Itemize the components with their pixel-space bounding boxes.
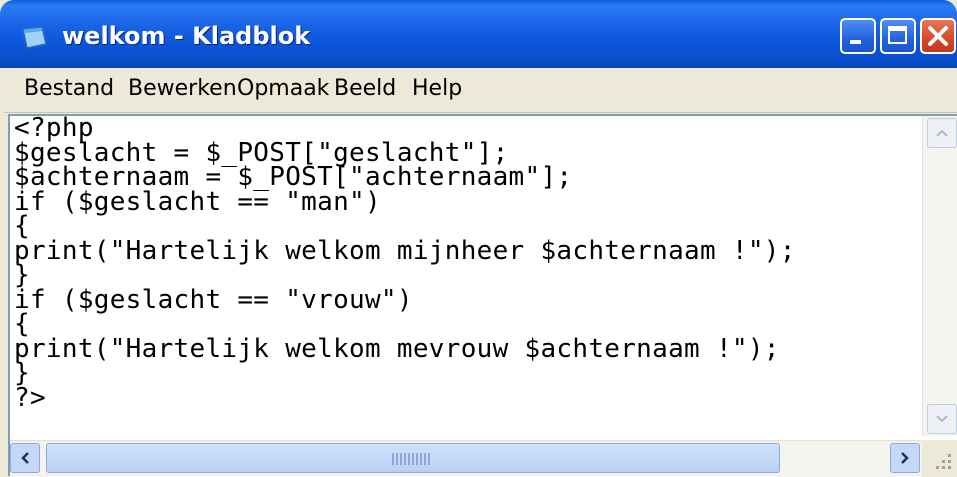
code-line: if ($geslacht == "man")	[14, 186, 381, 217]
scroll-left-button[interactable]	[10, 443, 40, 473]
scroll-right-button[interactable]	[890, 443, 920, 473]
chevron-up-icon	[936, 129, 948, 137]
resize-grip-icon[interactable]	[922, 440, 957, 476]
minimize-button[interactable]	[840, 18, 876, 54]
chevron-left-icon	[21, 452, 29, 464]
chevron-right-icon	[901, 452, 909, 464]
menu-bar: Bestand Bewerken Opmaak Beeld Help	[4, 70, 957, 113]
window-title: welkom - Kladblok	[62, 22, 311, 50]
notepad-window: welkom - Kladblok Bestand Bewerken Opmaa…	[0, 0, 957, 477]
menu-bestand[interactable]: Bestand	[24, 76, 114, 101]
close-icon	[928, 26, 948, 46]
minimize-icon	[850, 40, 861, 44]
maximize-icon	[888, 26, 907, 44]
maximize-button[interactable]	[880, 18, 916, 54]
close-button[interactable]	[920, 18, 956, 54]
menu-beeld[interactable]: Beeld	[334, 76, 396, 101]
chevron-down-icon	[936, 415, 948, 423]
menu-opmaak[interactable]: Opmaak	[237, 76, 329, 101]
code-line: print("Hartelijk welkom mevrouw $achtern…	[14, 333, 780, 364]
scroll-down-button[interactable]	[927, 404, 957, 434]
text-editor[interactable]: <?php $geslacht = $_POST["geslacht"]; $a…	[8, 114, 957, 476]
menu-bewerken[interactable]: Bewerken	[128, 76, 237, 101]
code-line: print("Hartelijk welkom mijnheer $achter…	[14, 235, 796, 266]
horizontal-scroll-thumb[interactable]	[46, 443, 780, 473]
editor-content[interactable]: <?php $geslacht = $_POST["geslacht"]; $a…	[14, 115, 796, 413]
code-line: ?>	[14, 382, 46, 413]
code-line: if ($geslacht == "vrouw")	[14, 284, 413, 315]
grip-icon	[392, 453, 432, 465]
title-bar[interactable]: welkom - Kladblok	[0, 0, 957, 68]
scroll-up-button[interactable]	[927, 118, 957, 148]
menu-help[interactable]: Help	[412, 76, 462, 101]
vertical-scrollbar[interactable]	[922, 116, 957, 436]
notepad-icon	[22, 26, 47, 49]
horizontal-scrollbar[interactable]	[10, 440, 922, 477]
